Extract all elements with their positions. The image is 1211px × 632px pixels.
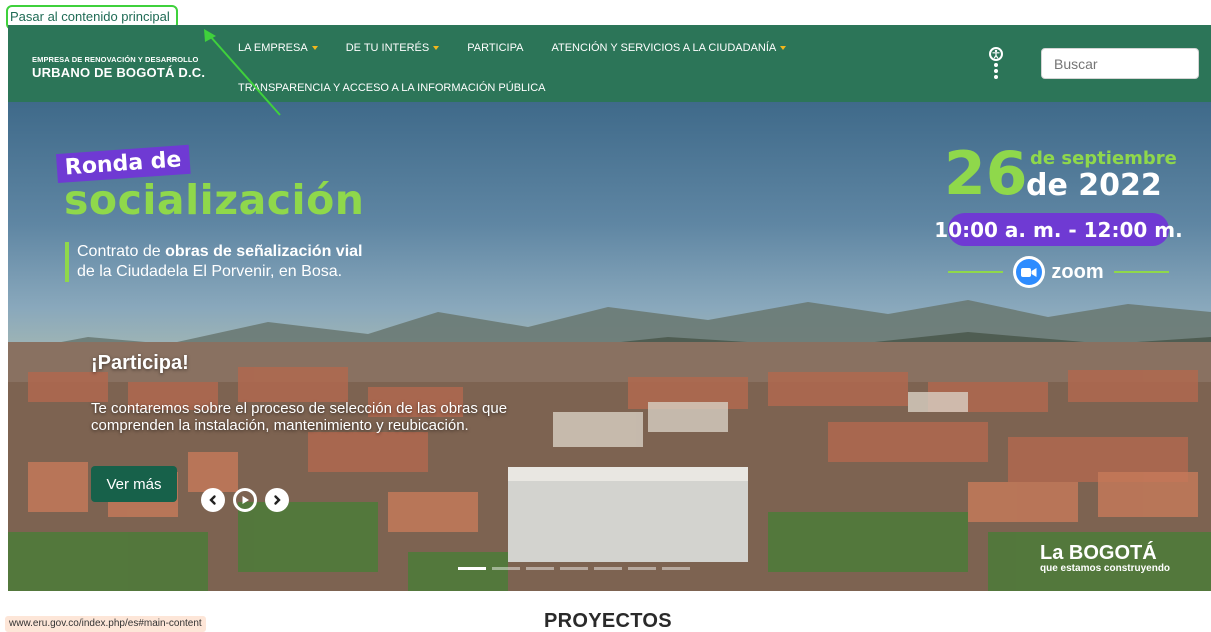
carousel-indicator[interactable] xyxy=(526,567,554,570)
carousel-indicators xyxy=(458,567,690,570)
logo-line1: La BOGOTÁ xyxy=(1040,542,1157,564)
caret-down-icon xyxy=(780,45,787,50)
site-header: EMPRESA DE RENOVACIÓN Y DESARROLLO URBAN… xyxy=(8,25,1211,102)
caret-down-icon xyxy=(433,45,440,50)
carousel-indicator[interactable] xyxy=(560,567,588,570)
carousel-indicator[interactable] xyxy=(492,567,520,570)
date-month: de septiembre xyxy=(1030,148,1177,169)
nav-item-label: DE TU INTERÉS xyxy=(345,41,430,54)
la-bogota-logo: La BOGOTÁ que estamos construyendo xyxy=(1040,542,1170,574)
nav-item-label: LA EMPRESA xyxy=(238,41,308,54)
nav-item-atencion[interactable]: ATENCIÓN Y SERVICIOS A LA CIUDADANÍA xyxy=(551,41,787,54)
section-title-proyectos: PROYECTOS xyxy=(544,610,672,632)
slide-description: Te contaremos sobre el proceso de selecc… xyxy=(91,400,508,434)
divider-line xyxy=(1113,271,1169,273)
divider-line xyxy=(948,271,1004,273)
city-aerial-background xyxy=(8,342,1211,591)
page: Pasar al contenido principal EMPRESA DE … xyxy=(0,0,1211,632)
nav-item-label: TRANSPARENCIA Y ACCESO A LA INFORMACIÓN … xyxy=(238,81,546,94)
accessibility-menu-button[interactable] xyxy=(989,47,1005,85)
nav-item-label: PARTICIPA xyxy=(467,41,524,54)
prev-icon[interactable] xyxy=(201,488,225,512)
carousel-indicator[interactable] xyxy=(594,567,622,570)
more-dot-icon xyxy=(994,69,998,73)
zoom-banner: zoom xyxy=(948,256,1169,288)
nav-item-label: ATENCIÓN Y SERVICIOS A LA CIUDADANÍA xyxy=(551,41,777,54)
accessibility-icon xyxy=(989,47,1003,61)
carousel-indicator[interactable] xyxy=(662,567,690,570)
hero-title: socialización xyxy=(64,176,365,224)
hero-subtitle: Contrato de obras de señalización vial d… xyxy=(65,242,362,282)
caret-down-icon xyxy=(311,45,318,50)
zoom-logo: zoom xyxy=(1013,256,1104,288)
carousel-controls xyxy=(201,488,289,512)
ver-mas-button[interactable]: Ver más xyxy=(91,466,177,502)
date-year: de 2022 xyxy=(1026,168,1162,203)
hero-carousel: Ronda de socialización Contrato de obras… xyxy=(8,102,1211,591)
brand-logo[interactable]: EMPRESA DE RENOVACIÓN Y DESARROLLO URBAN… xyxy=(32,55,205,80)
nav-item-participa[interactable]: PARTICIPA xyxy=(467,42,523,54)
carousel-indicator[interactable] xyxy=(628,567,656,570)
time-badge: 10:00 a. m. - 12:00 m. xyxy=(934,213,1183,246)
brand-line1: EMPRESA DE RENOVACIÓN Y DESARROLLO xyxy=(32,55,199,64)
logo-line2: que estamos construyendo xyxy=(1040,563,1171,574)
nav-item-la-empresa[interactable]: LA EMPRESA xyxy=(238,42,318,54)
slide-heading: ¡Participa! xyxy=(91,352,189,374)
date-day: 26 xyxy=(944,139,1028,209)
more-dot-icon xyxy=(994,63,998,67)
next-icon[interactable] xyxy=(265,488,289,512)
nav-item-de-tu-interes[interactable]: DE TU INTERÉS xyxy=(346,42,440,54)
brand-line2: URBANO DE BOGOTÁ D.C. xyxy=(32,65,206,80)
contrato-pre: Contrato de xyxy=(77,243,166,260)
contrato-line2: de la Ciudadela El Porvenir, en Bosa. xyxy=(77,263,343,280)
zoom-camera-icon xyxy=(1013,256,1046,288)
carousel-indicator[interactable] xyxy=(458,567,486,570)
play-icon[interactable] xyxy=(233,488,257,512)
search-input[interactable] xyxy=(1041,48,1199,79)
zoom-label: zoom xyxy=(1051,260,1104,283)
status-bar-url: www.eru.gov.co/index.php/es#main-content xyxy=(5,616,206,632)
nav-item-transparencia[interactable]: TRANSPARENCIA Y ACCESO A LA INFORMACIÓN … xyxy=(238,82,545,94)
more-dot-icon xyxy=(994,75,998,79)
contrato-bold: obras de señalización vial xyxy=(165,243,363,260)
